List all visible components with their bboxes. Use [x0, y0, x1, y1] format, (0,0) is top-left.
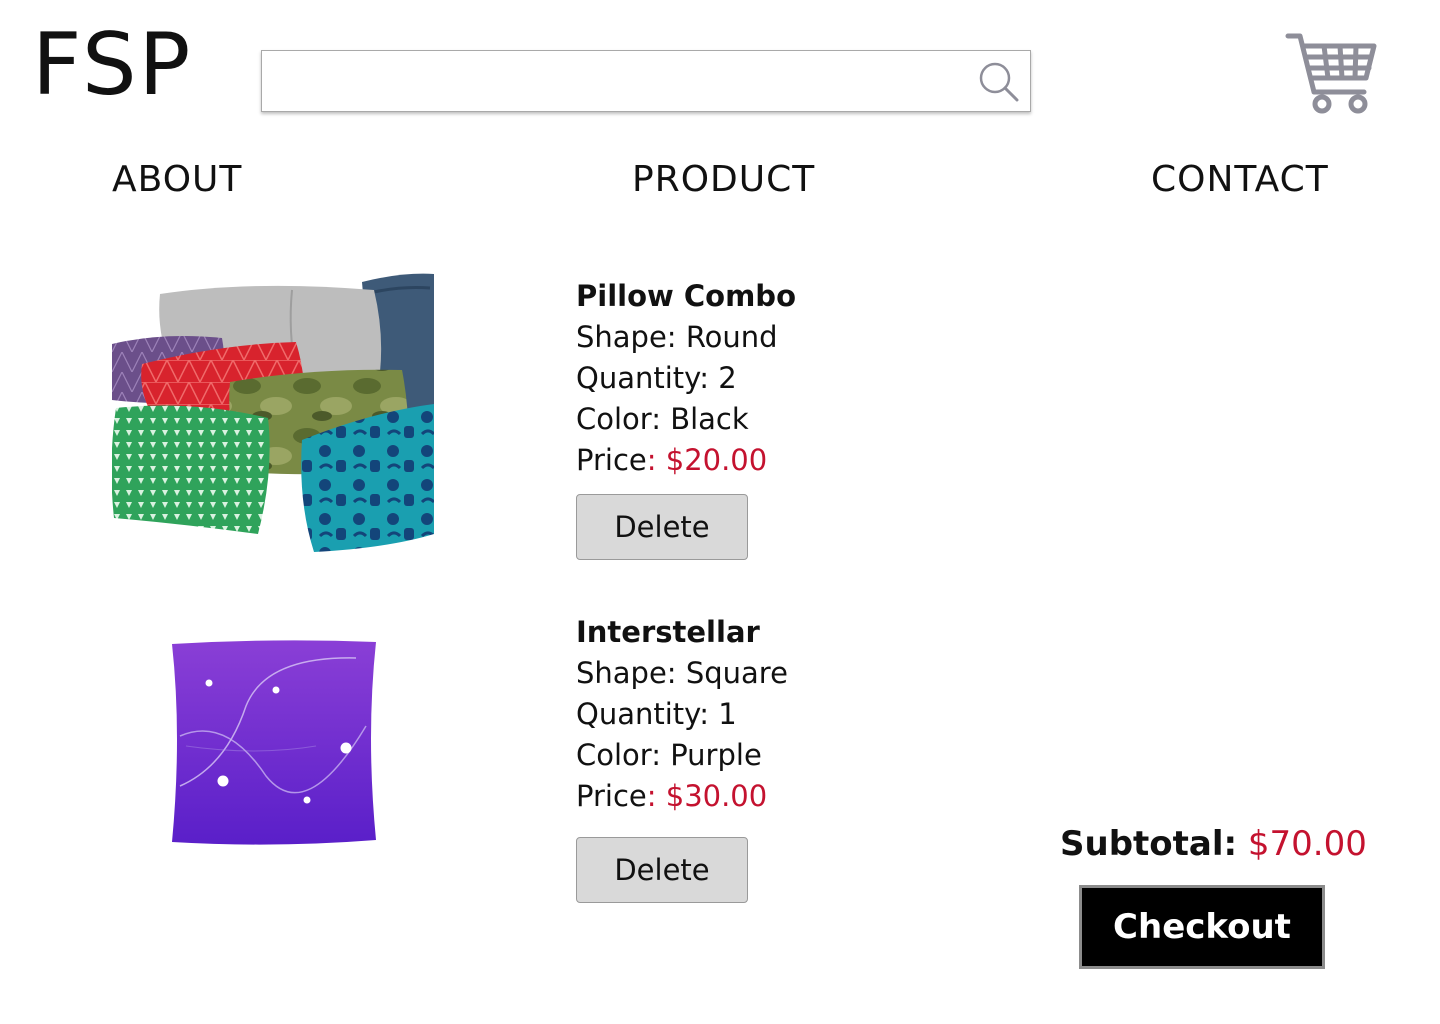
product-quantity: Quantity: 1 [576, 694, 788, 735]
product-color: Color: Purple [576, 735, 788, 776]
price-label: Price [576, 443, 647, 477]
price-value: : $30.00 [646, 779, 768, 813]
product-shape: Shape: Round [576, 317, 796, 358]
search-input[interactable] [262, 51, 962, 111]
product-price: Price: $30.00 [576, 776, 788, 817]
price-value: : $20.00 [646, 443, 768, 477]
cart-item-details: Interstellar Shape: Square Quantity: 1 C… [576, 612, 788, 817]
color-value: Purple [670, 738, 762, 772]
quantity-label: Quantity: [576, 361, 719, 395]
shape-value: Round [685, 320, 778, 354]
nav-contact[interactable]: CONTACT [1151, 158, 1329, 202]
delete-button[interactable]: Delete [576, 494, 748, 560]
subtotal-label: Subtotal: [1060, 824, 1238, 864]
shape-value: Square [685, 656, 788, 690]
color-value: Black [670, 402, 749, 436]
pillow-combo-image [111, 272, 434, 554]
product-shape: Shape: Square [576, 653, 788, 694]
site-logo[interactable]: FSP [32, 22, 192, 108]
product-color: Color: Black [576, 399, 796, 440]
search-bar [261, 50, 1031, 112]
product-name: Pillow Combo [576, 279, 796, 313]
checkout-button[interactable]: Checkout [1079, 885, 1325, 969]
product-name: Interstellar [576, 615, 760, 649]
quantity-label: Quantity: [576, 697, 719, 731]
product-price: Price: $20.00 [576, 440, 796, 481]
subtotal-value: $70.00 [1247, 824, 1367, 864]
color-label: Color: [576, 738, 671, 772]
product-quantity: Quantity: 2 [576, 358, 796, 399]
shape-label: Shape: [576, 656, 686, 690]
shopping-cart-icon[interactable] [1284, 30, 1378, 116]
quantity-value: 2 [718, 361, 737, 395]
color-label: Color: [576, 402, 671, 436]
quantity-value: 1 [718, 697, 737, 731]
delete-button[interactable]: Delete [576, 837, 748, 903]
search-icon[interactable] [976, 59, 1022, 105]
nav-about[interactable]: ABOUT [112, 158, 242, 202]
subtotal: Subtotal: $70.00 [1060, 822, 1367, 866]
price-label: Price [576, 779, 647, 813]
cart-item-details: Pillow Combo Shape: Round Quantity: 2 Co… [576, 276, 796, 481]
shape-label: Shape: [576, 320, 686, 354]
interstellar-pillow-image [166, 636, 382, 848]
nav-product[interactable]: PRODUCT [632, 158, 815, 202]
